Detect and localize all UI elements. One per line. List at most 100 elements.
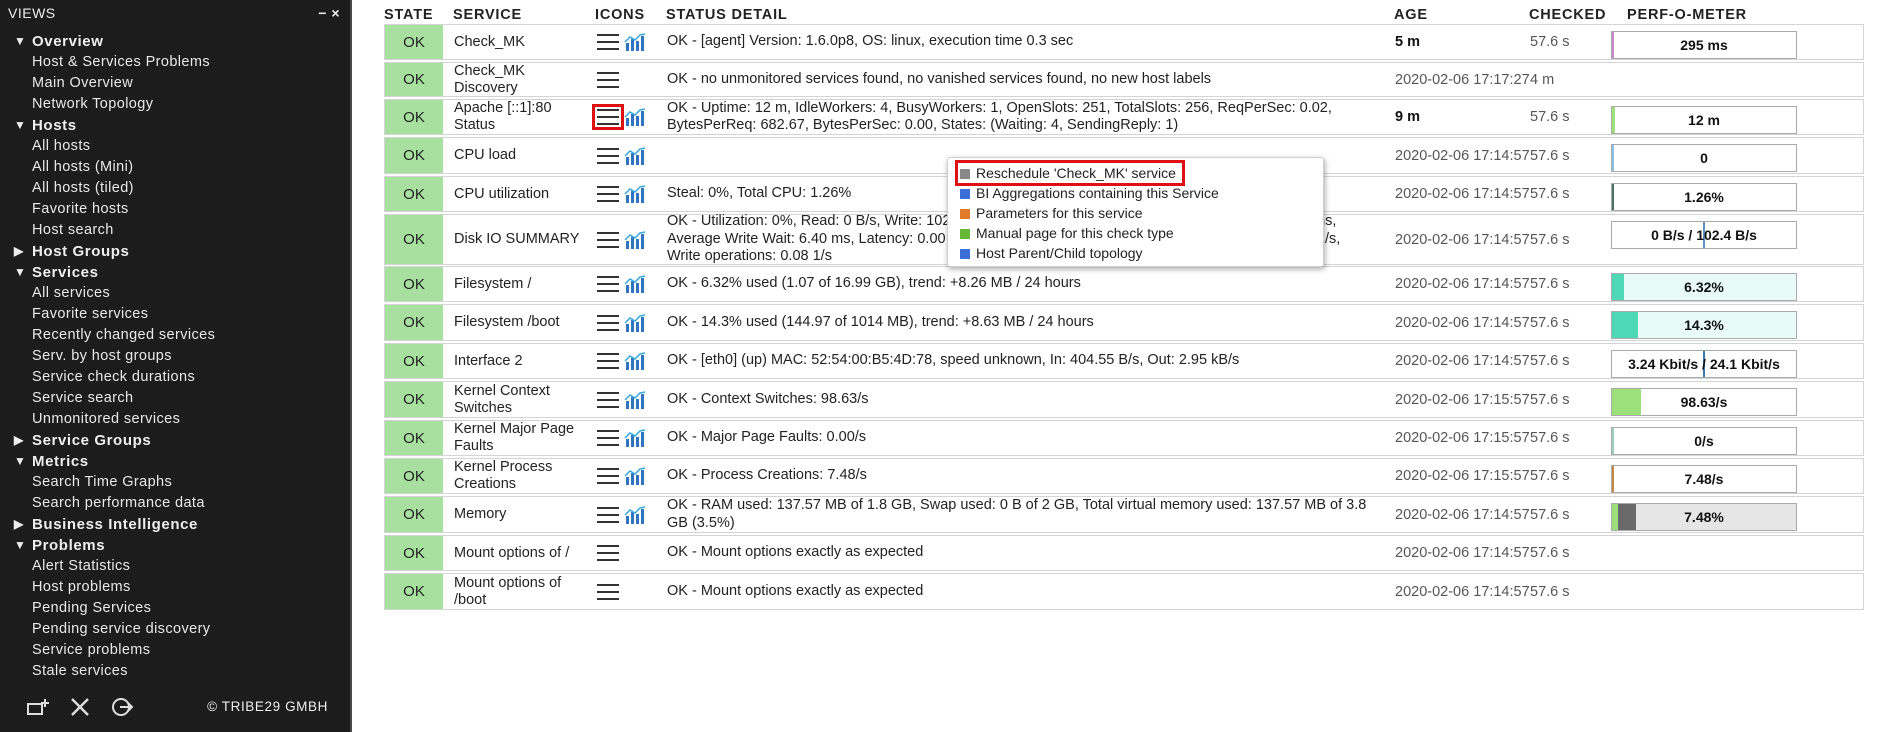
sidebar-item[interactable]: Service search (0, 388, 350, 409)
sidebar-item[interactable]: Service problems (0, 640, 350, 661)
sidebar-section-2[interactable]: ▶ Host Groups (0, 241, 350, 262)
perf-o-meter[interactable]: 12 m (1611, 106, 1797, 134)
service-name-link[interactable]: Check_MK Discovery (454, 63, 584, 96)
perf-o-meter[interactable]: 1.26% (1611, 183, 1797, 211)
collapsed-triangle-icon[interactable]: ▶ (14, 430, 24, 451)
action-menu-icon[interactable] (597, 430, 619, 446)
header-perf-o-meter[interactable]: PERF-O-METER (1627, 7, 1747, 23)
service-name-link[interactable]: Apache [::1]:80 Status (454, 100, 584, 134)
service-name-link[interactable]: Filesystem /boot (454, 305, 584, 340)
add-snapin-icon[interactable] (24, 696, 52, 720)
action-menu-icon[interactable] (597, 391, 619, 408)
header-state[interactable]: STATE (384, 7, 433, 23)
sidebar-item[interactable]: Unmonitored services (0, 409, 350, 430)
header-status-detail[interactable]: STATUS DETAIL (666, 7, 788, 23)
sidebar-item[interactable]: Favorite services (0, 304, 350, 325)
sidebar-item[interactable]: Favorite hosts (0, 199, 350, 220)
action-menu-icon[interactable] (592, 104, 624, 130)
sidebar-item[interactable]: Service check durations (0, 367, 350, 388)
action-menu-icon[interactable] (597, 506, 619, 523)
perf-o-meter[interactable]: 6.32% (1611, 273, 1797, 301)
sidebar-section-3[interactable]: ▼ Services (0, 262, 350, 283)
sidebar-section-7[interactable]: ▼ Problems (0, 535, 350, 556)
close-icon[interactable]: × (331, 5, 340, 21)
expanded-triangle-icon[interactable]: ▼ (14, 31, 26, 52)
sidebar-section-label[interactable]: Metrics (32, 453, 89, 470)
service-name-link[interactable]: Mount options of / (454, 536, 584, 570)
perf-o-meter[interactable]: 7.48% (1611, 503, 1797, 531)
minimize-icon[interactable]: − (318, 5, 327, 21)
sidebar-item[interactable]: Search performance data (0, 493, 350, 514)
action-menu-icon[interactable] (597, 545, 619, 561)
collapsed-triangle-icon[interactable]: ▶ (14, 514, 24, 535)
action-menu-icon[interactable] (597, 276, 619, 292)
action-menu-icon[interactable] (597, 147, 619, 164)
perf-o-meter[interactable]: 3.24 Kbit/s / 24.1 Kbit/s (1611, 350, 1797, 378)
action-menu-icon[interactable] (597, 34, 619, 50)
perf-o-meter[interactable]: 0 B/s / 102.4 B/s (1611, 221, 1797, 249)
sidebar-section-label[interactable]: Overview (32, 33, 104, 50)
sidebar-item[interactable]: All hosts (0, 136, 350, 157)
sidebar-section-label[interactable]: Business Intelligence (32, 516, 198, 533)
sidebar-item[interactable]: Main Overview (0, 73, 350, 94)
service-name-link[interactable]: Disk IO SUMMARY (454, 215, 584, 264)
performance-graph-icon[interactable] (624, 33, 646, 51)
service-name-link[interactable]: Kernel Process Creations (454, 459, 584, 493)
sidebar-item[interactable]: Host search (0, 220, 350, 241)
sidebar-section-4[interactable]: ▶ Service Groups (0, 430, 350, 451)
header-checked[interactable]: CHECKED (1529, 7, 1606, 23)
performance-graph-icon[interactable] (624, 146, 646, 165)
popup-menu-item[interactable]: Reschedule 'Check_MK' service (955, 160, 1185, 186)
sidebar-item[interactable]: Host problems (0, 577, 350, 598)
perf-o-meter[interactable]: 14.3% (1611, 311, 1797, 339)
sidebar-section-5[interactable]: ▼ Metrics (0, 451, 350, 472)
popup-menu-item[interactable]: Parameters for this service (960, 203, 1143, 223)
sidebar-item[interactable]: Host & Services Problems (0, 52, 350, 73)
performance-graph-icon[interactable] (624, 108, 646, 126)
collapsed-triangle-icon[interactable]: ▶ (14, 241, 24, 262)
performance-graph-icon[interactable] (624, 185, 646, 203)
service-name-link[interactable]: Memory (454, 497, 584, 532)
popup-menu-item[interactable]: Host Parent/Child topology (960, 243, 1143, 263)
expanded-triangle-icon[interactable]: ▼ (14, 535, 26, 556)
sidebar-item[interactable]: Serv. by host groups (0, 346, 350, 367)
performance-graph-icon[interactable] (624, 275, 646, 293)
sidebar-item[interactable]: Pending service discovery (0, 619, 350, 640)
action-menu-icon[interactable] (597, 353, 619, 369)
sidebar-item[interactable]: All services (0, 283, 350, 304)
action-menu-icon[interactable] (597, 314, 619, 331)
setup-tools-icon[interactable] (66, 696, 94, 720)
sidebar-item[interactable]: Pending Services (0, 598, 350, 619)
sidebar-item[interactable]: All hosts (tiled) (0, 178, 350, 199)
header-service[interactable]: SERVICE (453, 7, 522, 23)
sidebar-item[interactable]: Alert Statistics (0, 556, 350, 577)
expanded-triangle-icon[interactable]: ▼ (14, 451, 26, 472)
service-name-link[interactable]: Kernel Context Switches (454, 382, 584, 417)
action-menu-icon[interactable] (597, 468, 619, 484)
sidebar-section-6[interactable]: ▶ Business Intelligence (0, 514, 350, 535)
action-menu-icon[interactable] (597, 186, 619, 202)
sidebar-section-label[interactable]: Service Groups (32, 432, 151, 449)
service-name-link[interactable]: Interface 2 (454, 344, 584, 378)
performance-graph-icon[interactable] (624, 313, 646, 332)
performance-graph-icon[interactable] (624, 505, 646, 524)
sidebar-section-label[interactable]: Problems (32, 537, 105, 554)
header-age[interactable]: AGE (1394, 7, 1428, 23)
action-menu-icon[interactable] (597, 71, 619, 88)
perf-o-meter[interactable]: 7.48/s (1611, 465, 1797, 493)
action-menu-icon[interactable] (597, 231, 619, 248)
service-name-link[interactable]: Mount options of /boot (454, 574, 584, 609)
expanded-triangle-icon[interactable]: ▼ (14, 262, 26, 283)
service-name-link[interactable]: Kernel Major Page Faults (454, 421, 584, 455)
performance-graph-icon[interactable] (624, 230, 646, 249)
performance-graph-icon[interactable] (624, 390, 646, 409)
service-name-link[interactable]: Filesystem / (454, 267, 584, 301)
performance-graph-icon[interactable] (624, 352, 646, 370)
perf-o-meter[interactable]: 98.63/s (1611, 388, 1797, 416)
sidebar-section-label[interactable]: Services (32, 264, 99, 281)
expanded-triangle-icon[interactable]: ▼ (14, 115, 26, 136)
sidebar-section-1[interactable]: ▼ Hosts (0, 115, 350, 136)
sidebar-item[interactable]: Stale services (0, 661, 350, 682)
sidebar-section-0[interactable]: ▼ Overview (0, 31, 350, 52)
sidebar-item[interactable]: Search Time Graphs (0, 472, 350, 493)
